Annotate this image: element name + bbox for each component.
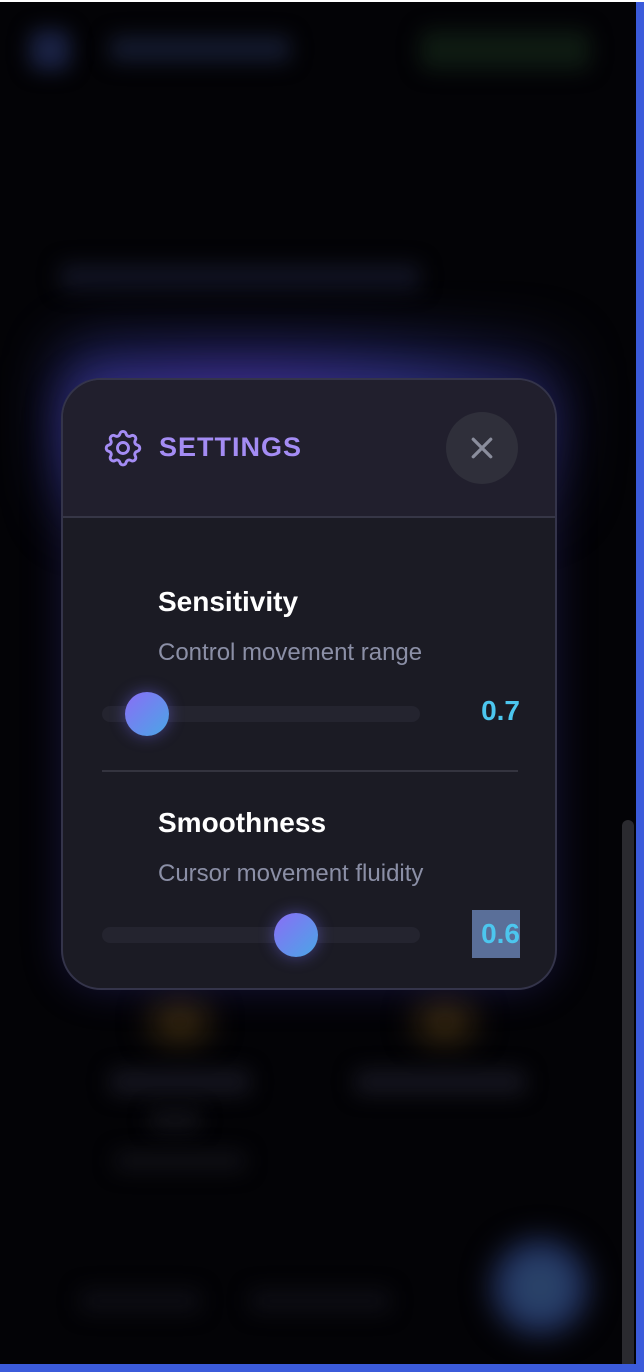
- settings-divider: [102, 770, 518, 772]
- backdrop-heading: [60, 264, 420, 290]
- smoothness-slider-thumb[interactable]: [273, 913, 318, 957]
- backdrop-text: [355, 1070, 525, 1094]
- settings-header: SETTINGS: [63, 380, 555, 518]
- backdrop-text: [115, 1152, 245, 1170]
- backdrop-title: [110, 36, 290, 62]
- backdrop-orb: [150, 1002, 210, 1042]
- backdrop-floating-button: [490, 1237, 590, 1337]
- vertical-scrollbar[interactable]: [622, 820, 634, 1364]
- backdrop-orb: [415, 1002, 475, 1042]
- sensitivity-description: Control movement range: [158, 639, 423, 666]
- backdrop-text: [150, 1110, 200, 1130]
- settings-title: SETTINGS: [159, 432, 303, 462]
- smoothness-title: Smoothness: [158, 807, 327, 838]
- backdrop-button: [420, 30, 590, 70]
- close-button[interactable]: [446, 412, 518, 484]
- smoothness-value: 0.6: [472, 910, 520, 958]
- sensitivity-title: Sensitivity: [158, 586, 299, 617]
- sensitivity-value: 0.7: [481, 695, 520, 726]
- backdrop-footer-text: [80, 1290, 200, 1312]
- backdrop-footer-text: [250, 1290, 390, 1312]
- gear-icon: [101, 426, 145, 470]
- smoothness-slider-track[interactable]: [102, 927, 420, 943]
- app-viewport: SETTINGS Sensitivity Control movement ra…: [0, 2, 636, 1364]
- backdrop-text: [110, 1070, 250, 1094]
- close-icon: [471, 437, 493, 459]
- smoothness-description: Cursor movement fluidity: [158, 860, 424, 887]
- sensitivity-slider-thumb[interactable]: [124, 692, 169, 736]
- backdrop-logo: [30, 30, 70, 70]
- settings-modal: SETTINGS Sensitivity Control movement ra…: [61, 378, 557, 990]
